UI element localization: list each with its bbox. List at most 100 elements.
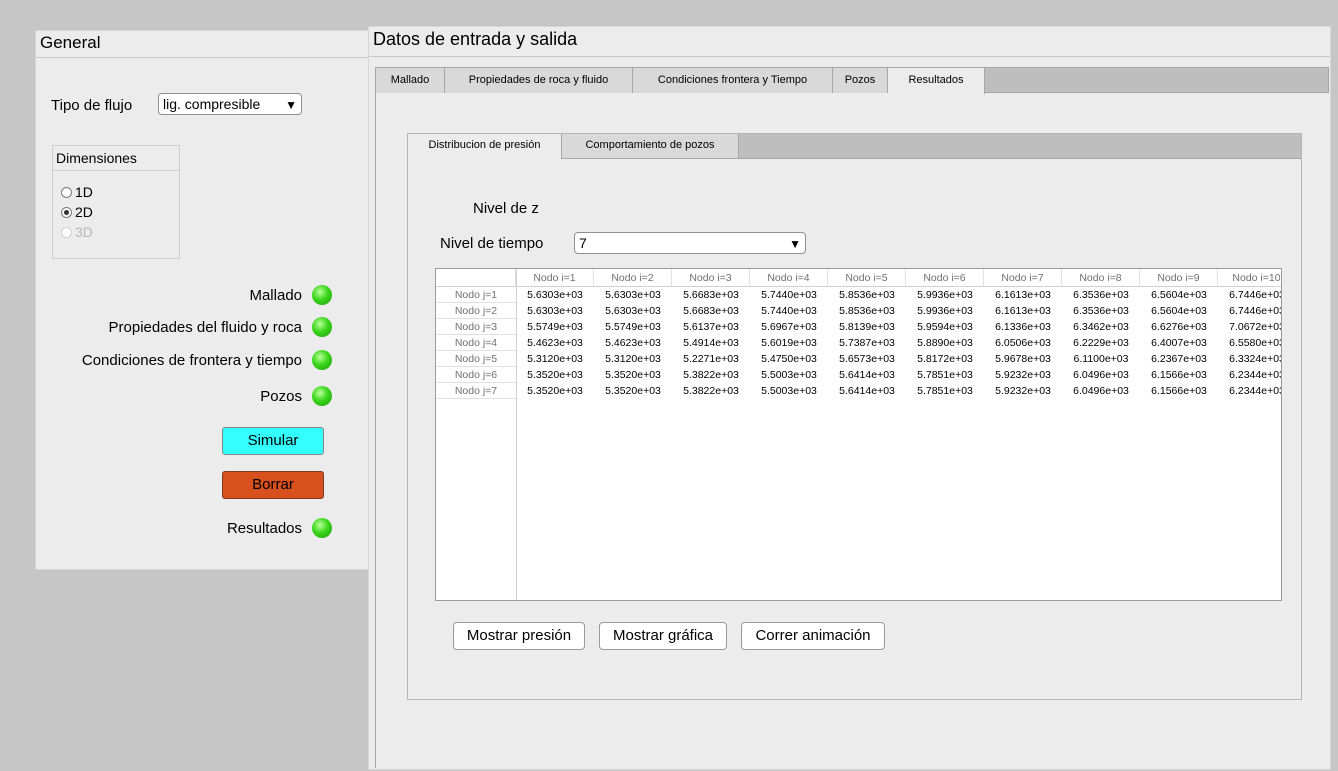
table-cell[interactable]: 6.2344e+03: [1218, 383, 1281, 399]
column-header: Nodo i=6: [906, 269, 984, 287]
tab-mallado[interactable]: Mallado: [376, 68, 445, 93]
table-cell[interactable]: 6.4007e+03: [1140, 335, 1218, 351]
run-animation-button[interactable]: Correr animación: [741, 622, 885, 650]
table-cell[interactable]: 5.9936e+03: [906, 303, 984, 319]
table-cell[interactable]: 5.8139e+03: [828, 319, 906, 335]
status-led-icon: [312, 386, 332, 406]
general-title: General: [40, 33, 101, 52]
table-cell[interactable]: 5.5749e+03: [594, 319, 672, 335]
table-cell[interactable]: 5.4750e+03: [750, 351, 828, 367]
table-cell[interactable]: 6.5604e+03: [1140, 303, 1218, 319]
table-cell[interactable]: 5.4623e+03: [594, 335, 672, 351]
pressure-table[interactable]: Nodo i=1 Nodo i=2 Nodo i=3 Nodo i=4 Nodo i=5…: [435, 268, 1282, 601]
table-cell[interactable]: 5.6414e+03: [828, 383, 906, 399]
table-cell[interactable]: 5.3822e+03: [672, 367, 750, 383]
status-led-icon: [312, 285, 332, 305]
divider: [369, 56, 1330, 57]
table-cell[interactable]: 5.4623e+03: [516, 335, 594, 351]
flow-type-select[interactable]: lig. compresible ▼: [158, 93, 302, 115]
table-cell[interactable]: 5.6683e+03: [672, 303, 750, 319]
table-cell[interactable]: 5.6303e+03: [516, 287, 594, 303]
tab-comportamiento-pozos[interactable]: Comportamiento de pozos: [562, 134, 739, 158]
table-cell[interactable]: 6.1613e+03: [984, 303, 1062, 319]
table-cell[interactable]: 5.3520e+03: [594, 367, 672, 383]
table-cell[interactable]: 6.3536e+03: [1062, 287, 1140, 303]
table-cell[interactable]: 6.3324e+03: [1218, 351, 1281, 367]
table-cell[interactable]: 5.6303e+03: [516, 303, 594, 319]
table-cell[interactable]: 5.3120e+03: [594, 351, 672, 367]
table-cell[interactable]: 5.7440e+03: [750, 303, 828, 319]
table-cell[interactable]: 6.0496e+03: [1062, 383, 1140, 399]
table-cell[interactable]: 6.7446e+03: [1218, 287, 1281, 303]
simulate-button[interactable]: Simular: [222, 427, 324, 455]
table-cell[interactable]: 5.8536e+03: [828, 303, 906, 319]
flow-type-value: lig. compresible: [163, 96, 261, 112]
radio-circle-icon: [61, 226, 72, 238]
table-cell[interactable]: 5.9678e+03: [984, 351, 1062, 367]
table-cell[interactable]: 6.2367e+03: [1140, 351, 1218, 367]
radio-2d[interactable]: 2D: [61, 204, 93, 220]
table-cell[interactable]: 5.8890e+03: [906, 335, 984, 351]
table-cell[interactable]: 5.3120e+03: [516, 351, 594, 367]
table-cell[interactable]: 6.2229e+03: [1062, 335, 1140, 351]
table-cell[interactable]: 6.1100e+03: [1062, 351, 1140, 367]
table-cell[interactable]: 5.6019e+03: [750, 335, 828, 351]
tab-resultados[interactable]: Resultados: [888, 68, 985, 94]
table-cell[interactable]: 5.2271e+03: [672, 351, 750, 367]
table-cell[interactable]: 5.4914e+03: [672, 335, 750, 351]
table-cell[interactable]: 5.5003e+03: [750, 367, 828, 383]
table-cell[interactable]: 5.6303e+03: [594, 303, 672, 319]
table-cell[interactable]: 5.6414e+03: [828, 367, 906, 383]
status-label: Resultados: [226, 519, 302, 537]
table-cell[interactable]: 6.0506e+03: [984, 335, 1062, 351]
table-cell[interactable]: 5.3520e+03: [516, 383, 594, 399]
table-cell[interactable]: 5.7851e+03: [906, 383, 984, 399]
table-cell[interactable]: 6.5580e+03: [1218, 335, 1281, 351]
table-cell[interactable]: 5.7387e+03: [828, 335, 906, 351]
table-cell[interactable]: 5.6303e+03: [594, 287, 672, 303]
table-cell[interactable]: 7.0672e+03: [1218, 319, 1281, 335]
table-cell[interactable]: 5.3822e+03: [672, 383, 750, 399]
table-cell[interactable]: 6.2344e+03: [1218, 367, 1281, 383]
row-header: Nodo j=4: [436, 335, 516, 351]
tab-distribucion-presion[interactable]: Distribucion de presión: [408, 134, 562, 159]
table-cell[interactable]: 5.5749e+03: [516, 319, 594, 335]
table-cell[interactable]: 6.1566e+03: [1140, 383, 1218, 399]
table-cell[interactable]: 6.5604e+03: [1140, 287, 1218, 303]
show-graph-button[interactable]: Mostrar gráfica: [599, 622, 727, 650]
table-cell[interactable]: 6.3462e+03: [1062, 319, 1140, 335]
table-cell[interactable]: 5.6967e+03: [750, 319, 828, 335]
table-cell[interactable]: 6.3536e+03: [1062, 303, 1140, 319]
table-cell[interactable]: 6.6276e+03: [1140, 319, 1218, 335]
table-cell[interactable]: 5.9936e+03: [906, 287, 984, 303]
delete-button[interactable]: Borrar: [222, 471, 324, 499]
table-cell[interactable]: 6.7446e+03: [1218, 303, 1281, 319]
radio-1d[interactable]: 1D: [61, 184, 93, 200]
table-cell[interactable]: 6.1613e+03: [984, 287, 1062, 303]
z-level-label: Nivel de z: [473, 200, 539, 217]
time-level-select[interactable]: 7 ▼: [574, 232, 806, 254]
table-cell[interactable]: 5.8536e+03: [828, 287, 906, 303]
tab-condiciones[interactable]: Condiciones frontera y Tiempo: [633, 68, 833, 93]
show-pressure-button[interactable]: Mostrar presión: [453, 622, 585, 650]
table-cell[interactable]: 6.1336e+03: [984, 319, 1062, 335]
table-cell[interactable]: 5.6683e+03: [672, 287, 750, 303]
table-cell[interactable]: 5.8172e+03: [906, 351, 984, 367]
table-cell[interactable]: 6.0496e+03: [1062, 367, 1140, 383]
table-cell[interactable]: 5.9232e+03: [984, 367, 1062, 383]
table-cell[interactable]: 5.7440e+03: [750, 287, 828, 303]
table-cell[interactable]: 5.6573e+03: [828, 351, 906, 367]
table-cell[interactable]: 5.9594e+03: [906, 319, 984, 335]
tab-pozos[interactable]: Pozos: [833, 68, 888, 93]
tab-propiedades[interactable]: Propiedades de roca y fluido: [445, 68, 633, 93]
table-cell[interactable]: 6.1566e+03: [1140, 367, 1218, 383]
table-cell[interactable]: 5.5003e+03: [750, 383, 828, 399]
column-header: Nodo i=3: [672, 269, 750, 287]
table-cell[interactable]: 5.6137e+03: [672, 319, 750, 335]
table-cell[interactable]: 5.3520e+03: [516, 367, 594, 383]
table-cell[interactable]: 5.3520e+03: [594, 383, 672, 399]
table-cell[interactable]: 5.9232e+03: [984, 383, 1062, 399]
table-cell[interactable]: 5.7851e+03: [906, 367, 984, 383]
time-level-value: 7: [579, 235, 587, 251]
column-header: Nodo i=4: [750, 269, 828, 287]
